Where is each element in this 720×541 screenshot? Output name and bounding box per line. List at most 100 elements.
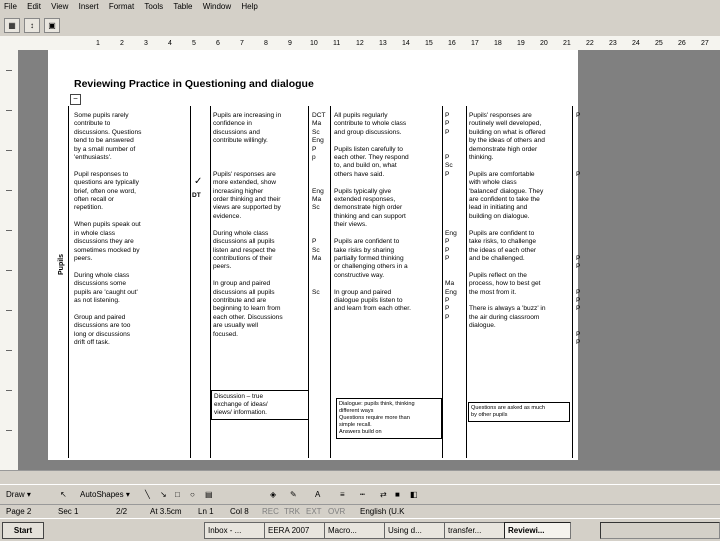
ruler-tick: 10 [310,40,318,47]
select-objects-icon[interactable]: ↖ [60,490,67,499]
font-color-icon[interactable]: A [315,490,320,499]
pupils-label: Pupils [58,253,65,275]
ruler-mark [6,150,12,151]
formatting-toolbar: ▦ ↕ ▣ [0,14,720,37]
ruler-tick: 3 [144,40,148,47]
vertical-ruler[interactable] [0,50,19,470]
arrow-style-icon[interactable]: ⇄ [380,490,387,499]
menu-help[interactable]: Help [237,0,261,14]
status-bar: Page 2 Sec 1 2/2 At 3.5cm Ln 1 Col 8 REC… [0,504,720,519]
ruler-tick: 7 [240,40,244,47]
3d-icon[interactable]: ◧ [410,490,418,499]
subject-codes: P P P P P P P P P [576,112,581,346]
table-border [442,106,443,458]
table-cell: Some pupils rarely contribute to discuss… [74,112,142,346]
menu-tools[interactable]: Tools [140,0,167,14]
status-section: Sec 1 [58,507,79,516]
status-language[interactable]: English (U.K [360,507,404,516]
ruler-tick: 1 [96,40,100,47]
drawing-toolbar: Draw ▾ ↖ AutoShapes ▾ ╲ ↘ □ ○ ▤ ◈ ✎ A ≡ … [0,484,720,505]
menu-edit[interactable]: Edit [23,0,45,14]
page-title: Reviewing Practice in Questioning and di… [74,78,314,90]
subject-codes: DCT Ma Sc Eng P p Eng Ma Sc P Sc Ma Sc [312,112,326,296]
taskbar-item[interactable]: EERA 2007 [264,522,325,539]
ruler-mark [6,310,12,311]
ruler-tick: 25 [655,40,663,47]
table-cell: Pupils are increasing in confidence in d… [213,112,283,338]
table-border [68,106,69,458]
status-page: Page 2 [6,507,32,516]
shadow-icon[interactable]: ■ [395,490,400,499]
taskbar-item[interactable]: Using d... [384,522,445,539]
taskbar-item[interactable]: Inbox - ... [204,522,265,539]
definition-box: Dialogue: pupils think, thinking differe… [336,398,442,439]
ruler-tick: 24 [632,40,640,47]
status-position: At 3.5cm [150,507,182,516]
ruler-tick: 8 [264,40,268,47]
collapse-toggle-icon[interactable]: − [70,94,81,105]
autoshapes-menu-button[interactable]: AutoShapes ▾ [80,490,130,499]
status-rec[interactable]: REC [262,507,279,516]
menu-window[interactable]: Window [199,0,235,14]
ruler-tick: 26 [678,40,686,47]
menu-table[interactable]: Table [169,0,196,14]
status-ovr[interactable]: OVR [328,507,345,516]
start-button[interactable]: Start [2,522,44,539]
status-line: Ln 1 [198,507,214,516]
ruler-tick: 20 [540,40,548,47]
document-area: Reviewing Practice in Questioning and di… [18,50,720,470]
menu-insert[interactable]: Insert [75,0,103,14]
ruler-tick: 17 [471,40,479,47]
menu-view[interactable]: View [47,0,72,14]
taskbar-item[interactable]: transfer... [444,522,505,539]
table-border [330,106,331,458]
table-cell: Pupils' responses are routinely well dev… [469,112,546,330]
line-color-icon[interactable]: ✎ [290,490,297,499]
status-pages: 2/2 [116,507,128,516]
table-border [572,106,573,458]
document-page[interactable]: Reviewing Practice in Questioning and di… [48,50,580,460]
ruler-tick: 5 [192,40,196,47]
insert-table-icon[interactable]: ▦ [4,18,20,33]
horizontal-ruler[interactable]: 1 2 3 4 5 6 7 8 9 10 11 12 13 14 15 16 1… [0,36,720,51]
ruler-tick: 13 [379,40,387,47]
fill-color-icon[interactable]: ◈ [270,490,276,499]
status-trk[interactable]: TRK [284,507,300,516]
line-icon[interactable]: ╲ [145,490,150,499]
rectangle-icon[interactable]: □ [175,490,180,499]
menu-bar: File Edit View Insert Format Tools Table… [0,0,720,14]
ruler-tick: 14 [402,40,410,47]
ruler-tick: 18 [494,40,502,47]
ruler-tick: 27 [701,40,709,47]
menu-format[interactable]: Format [105,0,138,14]
autofit-icon[interactable]: ▣ [44,18,60,33]
ruler-tick: 22 [586,40,594,47]
horizontal-scrollbar[interactable] [0,470,720,485]
sort-icon[interactable]: ↕ [24,18,40,33]
ruler-tick: 15 [425,40,433,47]
dash-style-icon[interactable]: ┅ [360,490,365,499]
ruler-tick: 2 [120,40,124,47]
textbox-icon[interactable]: ▤ [205,490,213,499]
tick-mark: ✓ [194,176,203,187]
table-border [190,106,191,458]
definition-box: Discussion – true exchange of ideas/ vie… [211,390,309,420]
ruler-mark [6,230,12,231]
system-tray[interactable] [600,522,720,539]
oval-icon[interactable]: ○ [190,490,195,499]
arrow-icon[interactable]: ↘ [160,490,167,499]
line-style-icon[interactable]: ≡ [340,490,345,499]
table-cell: DT [192,192,201,199]
ruler-tick: 4 [168,40,172,47]
ruler-tick: 12 [356,40,364,47]
taskbar-item[interactable]: Macro... [324,522,385,539]
ruler-tick: 6 [216,40,220,47]
taskbar-item-active[interactable]: Reviewi... [504,522,571,539]
status-ext[interactable]: EXT [306,507,322,516]
ruler-tick: 9 [288,40,292,47]
draw-menu-button[interactable]: Draw ▾ [6,490,31,499]
menu-file[interactable]: File [0,0,21,14]
status-column: Col 8 [230,507,249,516]
ruler-mark [6,70,12,71]
ruler-mark [6,110,12,111]
